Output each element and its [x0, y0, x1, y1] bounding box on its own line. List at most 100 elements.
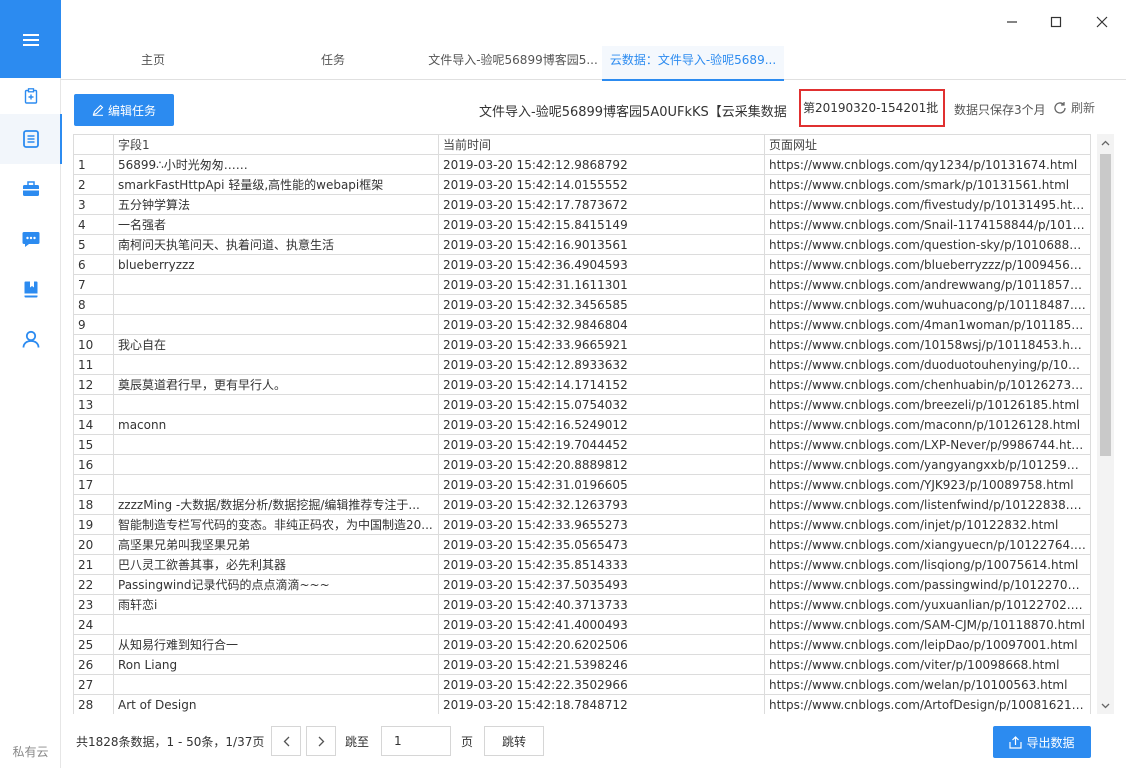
url-cell: https://www.cnblogs.com/lisqiong/p/10075… [764, 554, 1091, 575]
table-row[interactable]: 23 雨轩恋i 2019-03-20 15:42:40.3713733 https:/… [73, 594, 1091, 615]
prev-page-button[interactable] [271, 726, 301, 756]
row-index: 12 [73, 374, 114, 395]
column-header-index[interactable] [73, 134, 114, 155]
table-row[interactable]: 24 2019-03-20 15:42:41.4000493 https://www… [73, 614, 1091, 635]
table-row[interactable]: 5 南柯问天执笔问天、执着问道、执意生活 2019-03-20 15:42:16.9… [73, 234, 1091, 255]
table-row[interactable]: 22 Passingwind记录代码的点点滴滴~~~ 2019-03-20 15:4… [73, 574, 1091, 595]
field1-cell [113, 454, 439, 475]
url-cell: https://www.cnblogs.com/passingwind/p/10… [764, 574, 1091, 595]
tab-tasks[interactable]: 任务 [281, 46, 385, 80]
minimize-button[interactable] [1000, 10, 1024, 34]
table-row[interactable]: 28 Art of Design 2019-03-20 15:42:18.78487… [73, 694, 1091, 714]
time-cell: 2019-03-20 15:42:12.8933632 [438, 354, 765, 375]
table-row[interactable]: 10 我心自在 2019-03-20 15:42:33.9665921 https:/… [73, 334, 1091, 355]
toolbar: 编辑任务 文件导入-验呢56899博客园5A0UFkKS【云采集数据 第2019… [61, 80, 1126, 136]
tab-home[interactable]: 主页 [101, 46, 205, 80]
row-index: 6 [73, 254, 114, 275]
time-cell: 2019-03-20 15:42:15.0754032 [438, 394, 765, 415]
field1-cell [113, 274, 439, 295]
scroll-up-icon[interactable] [1097, 134, 1114, 151]
table-row[interactable]: 15 2019-03-20 15:42:19.7044452 https://www… [73, 434, 1091, 455]
time-cell: 2019-03-20 15:42:19.7044452 [438, 434, 765, 455]
vertical-scrollbar[interactable] [1097, 134, 1114, 714]
time-cell: 2019-03-20 15:42:32.1263793 [438, 494, 765, 515]
refresh-icon [1054, 101, 1066, 114]
url-cell: https://www.cnblogs.com/chenhuabin/p/101… [764, 374, 1091, 395]
column-header-url[interactable]: 页面网址 [764, 134, 1091, 155]
table-row[interactable]: 26 Ron Liang 2019-03-20 15:42:21.5398246 ht… [73, 654, 1091, 675]
table-row[interactable]: 8 2019-03-20 15:42:32.3456585 https://www.… [73, 294, 1091, 315]
time-cell: 2019-03-20 15:42:32.3456585 [438, 294, 765, 315]
table-row[interactable]: 9 2019-03-20 15:42:32.9846804 https://www.… [73, 314, 1091, 335]
table-row[interactable]: 17 2019-03-20 15:42:31.0196605 https://www… [73, 474, 1091, 495]
tab-file-import[interactable]: 文件导入-验呢56899博客园5... [425, 46, 601, 80]
time-cell: 2019-03-20 15:42:16.5249012 [438, 414, 765, 435]
table-row[interactable]: 7 2019-03-20 15:42:31.1611301 https://www.… [73, 274, 1091, 295]
table-row[interactable]: 25 从知易行难到知行合一 2019-03-20 15:42:20.6202506 h… [73, 634, 1091, 655]
close-button[interactable] [1090, 10, 1114, 34]
refresh-button[interactable]: 刷新 [1053, 99, 1095, 116]
table-row[interactable]: 12 奠辰莫道君行早，更有早行人。 2019-03-20 15:42:14.1714… [73, 374, 1091, 395]
scroll-down-icon[interactable] [1097, 697, 1114, 714]
menu-toggle-button[interactable] [0, 0, 61, 78]
field1-cell [113, 294, 439, 315]
export-data-button[interactable]: 导出数据 [993, 726, 1091, 758]
jump-button[interactable]: 跳转 [484, 726, 544, 756]
table-row[interactable]: 4 一名强者 2019-03-20 15:42:15.8415149 https://… [73, 214, 1091, 235]
table-row[interactable]: 13 2019-03-20 15:42:15.0754032 https://www… [73, 394, 1091, 415]
field1-cell: 高坚果兄弟叫我坚果兄弟 [113, 534, 439, 555]
field1-cell: 智能制造专栏写代码的变态。非纯正码农，为中国制造20... [113, 514, 439, 535]
maximize-button[interactable] [1044, 10, 1068, 34]
table-row[interactable]: 1 56899∴小时光匆匆…… 2019-03-20 15:42:12.986879… [73, 154, 1091, 175]
table-row[interactable]: 18 zzzzMing -大数据/数据分析/数据挖掘/编辑推荐专注于... 2019… [73, 494, 1091, 515]
sidebar-item-documents[interactable] [0, 114, 62, 164]
time-cell: 2019-03-20 15:42:15.8415149 [438, 214, 765, 235]
table-row[interactable]: 11 2019-03-20 15:42:12.8933632 https://www… [73, 354, 1091, 375]
sidebar-item-tasks[interactable] [0, 164, 61, 214]
field1-cell: smarkFastHttpApi 轻量级,高性能的webapi框架 [113, 174, 439, 195]
minimize-icon [1007, 21, 1017, 23]
sidebar-item-messages[interactable] [0, 214, 61, 264]
url-cell: https://www.cnblogs.com/duoduotouhenying… [764, 354, 1091, 375]
next-page-button[interactable] [306, 726, 336, 756]
tab-cloud-data[interactable]: 云数据：文件导入-验呢5689... [602, 46, 784, 81]
field1-cell: zzzzMing -大数据/数据分析/数据挖掘/编辑推荐专注于... [113, 494, 439, 515]
pencil-icon [92, 104, 104, 116]
column-header-field1[interactable]: 字段1 [113, 134, 439, 155]
url-cell: https://www.cnblogs.com/listenfwind/p/10… [764, 494, 1091, 515]
column-header-time[interactable]: 当前时间 [438, 134, 765, 155]
field1-cell [113, 314, 439, 335]
row-index: 15 [73, 434, 114, 455]
table-row[interactable]: 3 五分钟学算法 2019-03-20 15:42:17.7873672 https:… [73, 194, 1091, 215]
field1-cell: 雨轩恋i [113, 594, 439, 615]
table-row[interactable]: 16 2019-03-20 15:42:20.8889812 https://www… [73, 454, 1091, 475]
field1-cell: blueberryzzz [113, 254, 439, 275]
pagination-info: 共1828条数据，1 - 50条，1/37页 [76, 735, 265, 749]
maximize-icon [1050, 16, 1062, 28]
table-row[interactable]: 20 高坚果兄弟叫我坚果兄弟 2019-03-20 15:42:35.0565473… [73, 534, 1091, 555]
field1-cell: Passingwind记录代码的点点滴滴~~~ [113, 574, 439, 595]
row-index: 22 [73, 574, 114, 595]
close-icon [1096, 16, 1108, 28]
field1-cell: 56899∴小时光匆匆…… [113, 154, 439, 175]
table-row[interactable]: 27 2019-03-20 15:42:22.3502966 https://www… [73, 674, 1091, 695]
url-cell: https://www.cnblogs.com/10158wsj/p/10118… [764, 334, 1091, 355]
table-row[interactable]: 21 巴八灵工欲善其事，必先利其器 2019-03-20 15:42:35.8514… [73, 554, 1091, 575]
field1-cell: 五分钟学算法 [113, 194, 439, 215]
scroll-thumb[interactable] [1100, 154, 1111, 456]
page-number-input[interactable] [381, 726, 451, 756]
url-cell: https://www.cnblogs.com/yangyangxxb/p/10… [764, 454, 1091, 475]
time-cell: 2019-03-20 15:42:12.9868792 [438, 154, 765, 175]
url-cell: https://www.cnblogs.com/andrewwang/p/101… [764, 274, 1091, 295]
row-index: 19 [73, 514, 114, 535]
table-row[interactable]: 19 智能制造专栏写代码的变态。非纯正码农，为中国制造20... 2019-03-2… [73, 514, 1091, 535]
edit-task-button[interactable]: 编辑任务 [74, 94, 174, 126]
sidebar-item-tutorial[interactable] [0, 264, 61, 314]
table-row[interactable]: 6 blueberryzzz 2019-03-20 15:42:36.4904593… [73, 254, 1091, 275]
table-row[interactable]: 2 smarkFastHttpApi 轻量级,高性能的webapi框架 2019-0… [73, 174, 1091, 195]
sidebar-item-account[interactable] [0, 314, 61, 364]
time-cell: 2019-03-20 15:42:20.6202506 [438, 634, 765, 655]
table-row[interactable]: 14 maconn 2019-03-20 15:42:16.5249012 https… [73, 414, 1091, 435]
goto-label: 跳至 [345, 735, 370, 749]
sidebar-item-new-task[interactable] [0, 78, 61, 114]
